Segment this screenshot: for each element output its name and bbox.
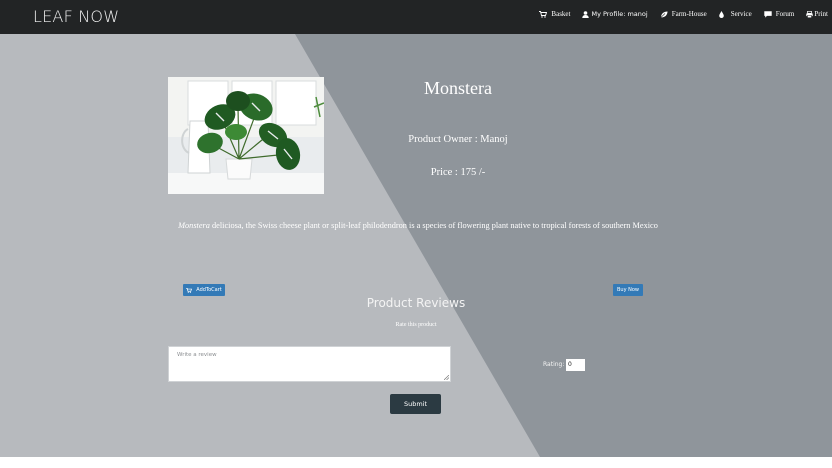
leaf-icon — [659, 11, 668, 18]
nav-label-basket: Basket — [551, 10, 571, 18]
cart-icon — [539, 10, 548, 18]
drop-icon — [718, 10, 724, 18]
nav-item-service[interactable]: Service — [718, 10, 752, 18]
nav-item-farmhouse[interactable]: Farm-House — [659, 10, 707, 18]
description-italic: Monstera — [178, 221, 210, 230]
buy-now-button[interactable]: Buy Now — [613, 284, 643, 296]
reviews-heading: Product Reviews — [366, 296, 466, 310]
rating-value: 0 — [568, 361, 572, 368]
cart-icon — [186, 287, 193, 293]
comment-icon — [764, 10, 772, 18]
product-price: Price : 175 /- — [430, 167, 486, 178]
product-owner: Product Owner : Manoj — [408, 134, 508, 145]
nav-item-forum[interactable]: Forum — [764, 10, 795, 18]
nav-label-farmhouse: Farm-House — [671, 10, 707, 18]
rate-prompt: Rate this product — [395, 322, 437, 328]
product-section: Monstera Product Owner : Manoj Price : 1… — [0, 34, 832, 457]
product-description: Monstera deliciosa, the Swiss cheese pla… — [176, 220, 660, 231]
resize-handle-icon[interactable] — [444, 375, 449, 380]
product-image — [168, 77, 324, 194]
nav-item-basket[interactable]: Basket — [539, 10, 570, 18]
nav-label-service: Service — [730, 10, 752, 18]
page-footer-strip — [0, 457, 832, 468]
nav-item-profile[interactable]: My Profile: manoj — [582, 10, 648, 18]
add-to-cart-label: AddToCart — [196, 287, 222, 293]
submit-review-button[interactable]: Submit — [390, 394, 441, 414]
nav-menu: Basket My Profile: manoj Farm-House Serv… — [527, 10, 828, 18]
print-icon — [806, 10, 814, 18]
user-icon — [582, 10, 590, 18]
review-textarea[interactable]: Write a review — [168, 346, 451, 382]
rating-input[interactable]: 0 — [566, 359, 585, 371]
add-to-cart-button[interactable]: AddToCart — [183, 284, 225, 296]
navbar: LEAF NOW Basket My Profile: manoj Farm-H… — [0, 0, 832, 34]
review-placeholder: Write a review — [177, 352, 217, 358]
nav-label-print: Print — [814, 10, 828, 18]
product-title: Monstera — [424, 78, 492, 98]
brand-logo[interactable]: LEAF NOW — [33, 7, 119, 26]
description-text: deliciosa, the Swiss cheese plant or spl… — [209, 221, 658, 230]
nav-item-print[interactable]: Print — [806, 10, 828, 18]
nav-label-forum: Forum — [775, 10, 795, 18]
nav-label-profile: My Profile: manoj — [591, 10, 648, 18]
rating-label: Rating: — [543, 361, 565, 368]
